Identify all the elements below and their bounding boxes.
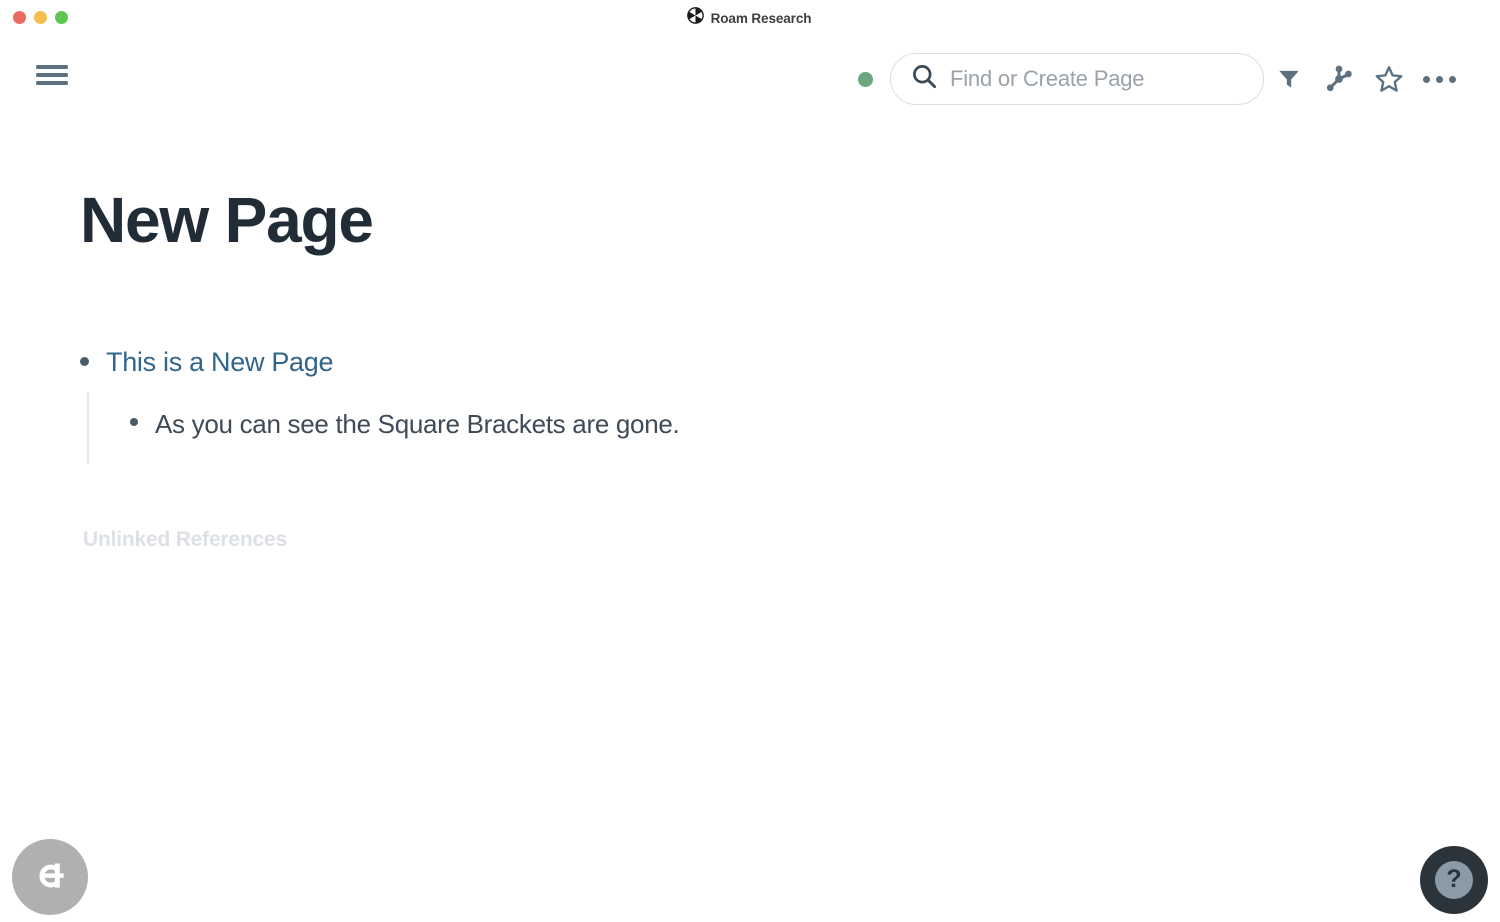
dot — [1448, 75, 1456, 83]
roam-mark-icon — [29, 854, 71, 901]
dot — [1422, 75, 1430, 83]
hamburger-bar — [36, 81, 68, 85]
block-text-page-reference[interactable]: This is a New Page — [106, 340, 334, 384]
block-row: This is a New Page — [80, 340, 1440, 392]
roam-logo-icon — [686, 7, 704, 29]
nested-block-list: As you can see the Square Brackets are g… — [85, 392, 1440, 464]
window-minimize-button[interactable] — [34, 11, 47, 24]
filter-icon[interactable] — [1264, 53, 1314, 105]
more-options-dots — [1422, 75, 1456, 83]
header-actions — [858, 36, 1464, 116]
block-text[interactable]: As you can see the Square Brackets are g… — [155, 402, 680, 446]
main-content: New Page This is a New Page As you can s… — [0, 116, 1500, 922]
window-controls — [13, 11, 68, 24]
graph-overview-icon[interactable] — [1314, 53, 1364, 105]
dot — [1435, 75, 1443, 83]
help-button[interactable]: ? — [1420, 846, 1488, 914]
window-title: Roam Research — [710, 10, 812, 26]
more-options-icon[interactable] — [1414, 53, 1464, 105]
status-dot-icon — [858, 71, 873, 87]
roam-mark-button[interactable] — [12, 839, 88, 915]
help-icon: ? — [1435, 861, 1473, 899]
window-title-group: Roam Research — [686, 7, 812, 29]
star-icon[interactable] — [1364, 53, 1414, 105]
search-box[interactable] — [890, 53, 1264, 105]
hamburger-menu-icon[interactable] — [36, 63, 68, 87]
unlinked-references-header[interactable]: Unlinked References — [83, 528, 287, 552]
page-title[interactable]: New Page — [80, 188, 374, 252]
block-row: As you can see the Square Brackets are g… — [130, 402, 1440, 454]
bullet-icon[interactable] — [130, 418, 138, 426]
window-close-button[interactable] — [13, 11, 26, 24]
search-icon — [911, 63, 938, 95]
app-header — [0, 36, 1500, 116]
hamburger-bar — [36, 73, 68, 77]
window-titlebar: Roam Research — [0, 0, 1500, 36]
search-input[interactable] — [950, 66, 1247, 92]
block-list: This is a New Page As you can see the Sq… — [80, 340, 1440, 464]
hamburger-bar — [36, 65, 68, 69]
bullet-icon[interactable] — [80, 357, 89, 366]
window-maximize-button[interactable] — [55, 11, 68, 24]
